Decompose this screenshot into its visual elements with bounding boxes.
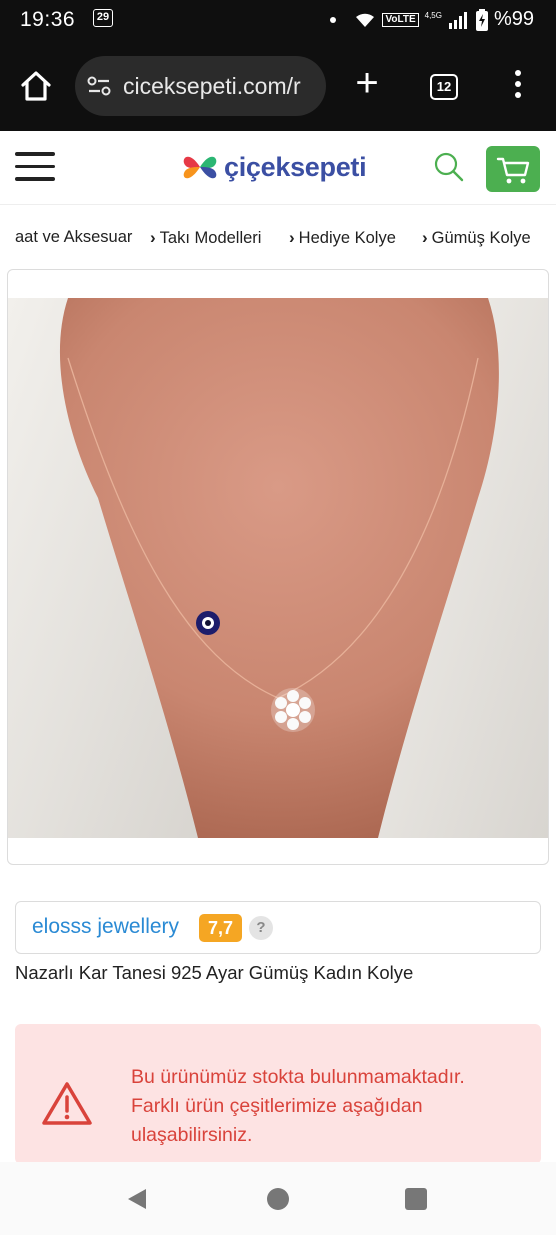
breadcrumb-item[interactable]: › Takı Modelleri: [150, 228, 261, 248]
network-type-label: 4,5G: [424, 11, 442, 20]
volte-label: VoLTE: [382, 12, 419, 27]
out-of-stock-line: Farklı ürün çeşitlerimize aşağıdan: [131, 1095, 423, 1117]
site-settings-icon[interactable]: [87, 75, 111, 97]
chevron-right-icon: ›: [150, 228, 156, 247]
status-indicators: VoLTE 4,5G %99: [330, 8, 534, 31]
seller-score-badge: 7,7: [199, 914, 242, 942]
site-logo[interactable]: çiçeksepeti: [180, 149, 367, 185]
notification-dot-icon: [330, 16, 337, 23]
breadcrumb-item[interactable]: › Gümüş Kolye: [422, 228, 531, 248]
battery-level: %99: [493, 8, 534, 30]
system-navigation-bar: [0, 1162, 556, 1235]
browser-toolbar: ciceksepeti.com/r + 12: [0, 40, 556, 131]
status-time: 19:36: [20, 8, 76, 31]
site-header: çiçeksepeti: [0, 131, 556, 205]
breadcrumb-item[interactable]: aat ve Aksesuar: [15, 228, 132, 247]
new-tab-button[interactable]: +: [352, 63, 382, 104]
warning-icon: [42, 1082, 92, 1125]
out-of-stock-message: Bu ürünümüz stokta bulunmamaktadır. Fark…: [131, 1063, 531, 1150]
logo-flower-icon: [183, 156, 217, 179]
back-icon[interactable]: [126, 1187, 148, 1211]
chevron-right-icon: ›: [422, 228, 428, 247]
battery-icon: [475, 8, 488, 31]
recent-apps-icon[interactable]: [405, 1188, 427, 1210]
product-title: Nazarlı Kar Tanesi 925 Ayar Gümüş Kadın …: [15, 962, 414, 983]
home-circle-icon[interactable]: [267, 1188, 289, 1210]
product-image[interactable]: [8, 298, 548, 838]
seller-name-link[interactable]: elosss jewellery: [32, 915, 179, 939]
breadcrumb: aat ve Aksesuar › Takı Modelleri › Hediye …: [0, 206, 556, 266]
seller-info: elosss jewellery 7,7 ?: [15, 901, 541, 954]
wifi-icon: [356, 13, 375, 27]
calendar-date-badge: 29: [93, 9, 113, 27]
hamburger-menu-icon[interactable]: [15, 152, 55, 184]
out-of-stock-line: ulaşabilirsiniz.: [131, 1124, 253, 1146]
out-of-stock-alert: Bu ürünümüz stokta bulunmamaktadır. Fark…: [15, 1024, 541, 1164]
signal-icon: [448, 11, 467, 29]
status-bar: 19:36 29 VoLTE 4,5G %99: [0, 0, 556, 40]
cart-button[interactable]: [486, 146, 540, 192]
url-text: ciceksepeti.com/r: [123, 73, 301, 99]
address-bar[interactable]: ciceksepeti.com/r: [75, 56, 326, 116]
logo-text: çiçeksepeti: [224, 151, 367, 182]
browser-menu-icon[interactable]: [508, 70, 528, 102]
search-icon[interactable]: [432, 150, 466, 184]
tab-switcher-button[interactable]: 12: [430, 74, 458, 100]
chevron-right-icon: ›: [289, 228, 295, 247]
cart-icon: [496, 157, 530, 184]
home-icon[interactable]: [18, 68, 54, 104]
product-image-card: [7, 269, 549, 865]
breadcrumb-item[interactable]: › Hediye Kolye: [289, 228, 396, 248]
out-of-stock-line: Bu ürünümüz stokta bulunmamaktadır.: [131, 1066, 465, 1088]
help-icon[interactable]: ?: [249, 916, 273, 940]
